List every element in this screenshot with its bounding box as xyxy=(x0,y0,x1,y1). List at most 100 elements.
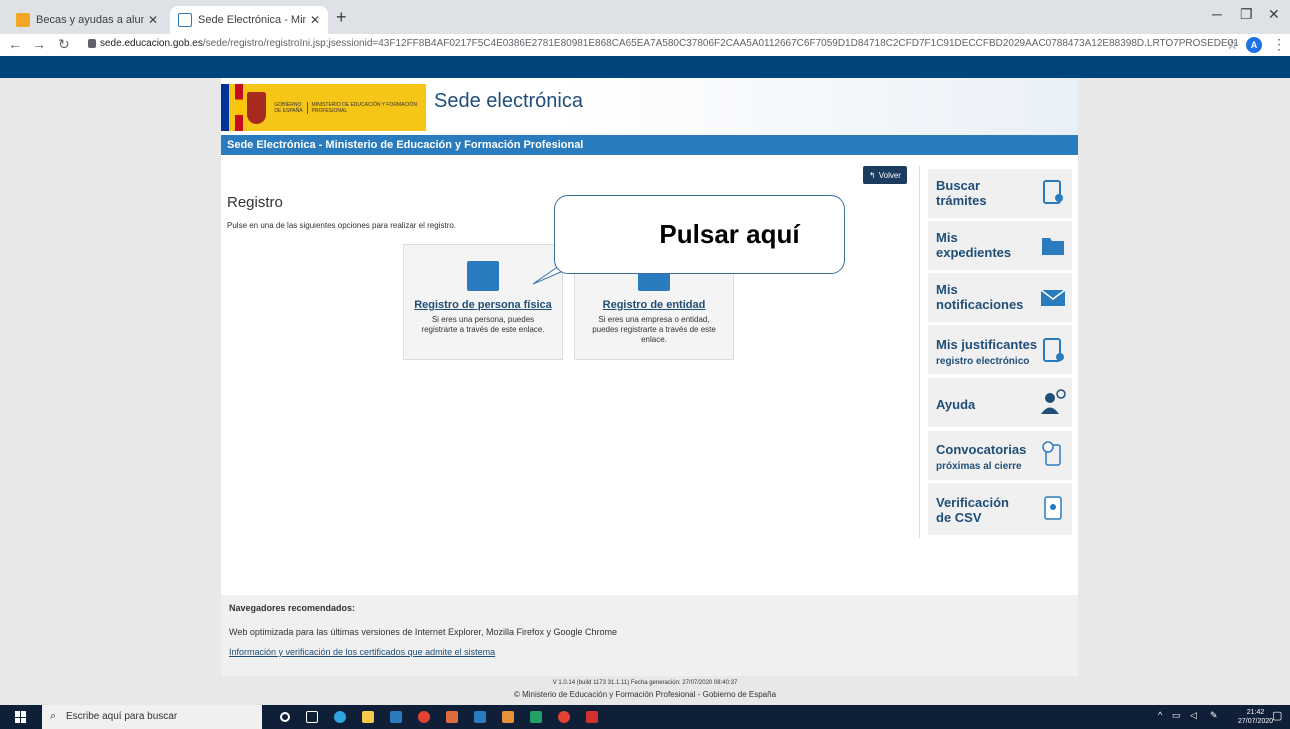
clock-time: 21:42 xyxy=(1246,709,1265,716)
close-icon[interactable]: ✕ xyxy=(148,13,158,27)
sidebar-item-label: Ayuda xyxy=(936,397,976,412)
menu-icon[interactable]: ⋮ xyxy=(1272,36,1286,53)
card-description: Si eres una empresa o entidad, puedes re… xyxy=(592,315,716,344)
maximize-icon[interactable]: ❐ xyxy=(1240,6,1253,23)
lock-icon xyxy=(88,39,96,48)
volver-label: Volver xyxy=(878,170,901,180)
notifications-icon[interactable]: ▢ xyxy=(1272,709,1282,722)
copyright: © Ministerio de Educación y Formación Pr… xyxy=(513,690,777,699)
tab-title: Sede Electrónica - Ministerio de xyxy=(198,14,306,26)
version-info: V 1.0.14 (build 1173 31.1.11) Fecha gene… xyxy=(552,680,738,686)
certificates-info-link[interactable]: Información y verificación de los certif… xyxy=(229,647,1070,657)
logo-ministerio: MINISTERIO DE EDUCACIÓN Y FORMACIÓN PROF… xyxy=(306,101,426,114)
government-logo[interactable]: GOBIERNO DE ESPAÑA MINISTERIO DE EDUCACI… xyxy=(221,84,426,131)
footer-browsers-line: Web optimizada para las últimas versione… xyxy=(229,627,618,637)
browser-tab-bar: Becas y ayudas a alumnos de niv ✕ Sede E… xyxy=(0,0,1290,34)
url-host: sede.educacion.gob.es xyxy=(100,38,203,49)
page-title: Registro xyxy=(227,194,283,211)
excel-icon[interactable] xyxy=(530,711,542,723)
new-tab-icon[interactable]: + xyxy=(336,7,347,28)
url-field[interactable]: sede.educacion.gob.es/sede/registro/regi… xyxy=(100,38,1239,49)
volver-button[interactable]: ↰ Volver xyxy=(863,166,907,184)
network-icon[interactable]: ▭ xyxy=(1172,710,1181,721)
tab-becas[interactable]: Becas y ayudas a alumnos de niv ✕ xyxy=(8,6,166,34)
page-content: GOBIERNO DE ESPAÑA MINISTERIO DE EDUCACI… xyxy=(221,78,1078,676)
chrome-active-icon[interactable] xyxy=(558,711,570,723)
sede-favicon-icon xyxy=(178,13,192,27)
cortana-icon[interactable] xyxy=(280,712,290,722)
pen-icon[interactable]: ✎ xyxy=(1210,710,1218,721)
help-user-icon xyxy=(1041,389,1066,414)
header-band: GOBIERNO DE ESPAÑA MINISTERIO DE EDUCACI… xyxy=(221,78,1078,135)
person-edit-icon xyxy=(467,261,499,291)
forward-icon[interactable]: → xyxy=(32,36,46,52)
eu-flag-icon xyxy=(221,84,230,131)
close-icon[interactable]: ✕ xyxy=(310,13,320,27)
becas-favicon-icon xyxy=(16,13,30,27)
task-view-icon[interactable] xyxy=(306,711,318,723)
lead-text: Pulse en una de las siguientes opciones … xyxy=(227,221,457,230)
search-icon: ⌕ xyxy=(50,710,57,722)
minimize-icon[interactable]: ─ xyxy=(1212,6,1222,22)
tab-title: Becas y ayudas a alumnos de niv xyxy=(36,14,144,26)
top-strip xyxy=(0,56,1290,78)
logo-gobierno: GOBIERNO DE ESPAÑA xyxy=(274,101,303,114)
tray-chevron-icon[interactable]: ^ xyxy=(1158,710,1162,720)
sidebar-item-verificacion-csv[interactable]: Verificación de CSV xyxy=(928,483,1072,535)
card-description: Si eres una persona, puedes registrarte … xyxy=(421,315,545,334)
footer-title: Navegadores recomendados: xyxy=(229,603,356,613)
taskbar-search-placeholder: Escribe aquí para buscar xyxy=(66,711,178,722)
folder-search-icon xyxy=(1042,238,1064,255)
profile-avatar[interactable]: A xyxy=(1246,37,1262,53)
address-bar: ← → ↻ sede.educacion.gob.es/sede/registr… xyxy=(0,34,1290,56)
divider xyxy=(919,166,920,538)
sidebar-item-mis-justificantes[interactable]: Mis justificantes registro electrónico xyxy=(928,325,1072,374)
taskbar: ⌕ Escribe aquí para buscar ^ ▭ ◁ ✎ 21:42… xyxy=(0,705,1290,729)
edge-icon[interactable] xyxy=(334,711,346,723)
system-clock[interactable]: 21:42 27/07/2020 xyxy=(1238,708,1273,726)
sidebar-item-label: Mis justificantes registro electrónico xyxy=(936,337,1038,367)
coat-of-arms-icon xyxy=(247,91,267,124)
taskbar-search-box[interactable]: ⌕ Escribe aquí para buscar xyxy=(42,705,262,729)
calendar-document-icon xyxy=(1042,441,1061,466)
document-download-icon xyxy=(1043,338,1064,362)
sidebar-item-mis-notificaciones[interactable]: Mis notificaciones xyxy=(928,273,1072,322)
callout-text: Pulsar aquí xyxy=(659,219,800,249)
outlook-icon[interactable] xyxy=(390,711,402,723)
footer: Navegadores recomendados: Web optimizada… xyxy=(221,595,1078,676)
windows-start-icon[interactable] xyxy=(15,711,27,723)
sidebar-item-ayuda[interactable]: Ayuda xyxy=(928,378,1072,427)
bookmark-star-icon[interactable]: ☆ xyxy=(1226,36,1239,53)
sidebar-item-label: Verificación de CSV xyxy=(936,495,1009,525)
file-explorer-icon[interactable] xyxy=(362,711,374,723)
registro-persona-fisica-link[interactable]: Registro de persona física xyxy=(404,299,562,311)
envelope-icon xyxy=(1040,289,1066,306)
back-icon[interactable]: ← xyxy=(8,36,22,52)
word-icon[interactable] xyxy=(474,711,486,723)
window-close-icon[interactable]: ✕ xyxy=(1268,6,1280,23)
powerpoint-icon[interactable] xyxy=(446,711,458,723)
sidebar-item-label: Buscar trámites xyxy=(936,178,987,208)
sidebar-item-mis-expedientes[interactable]: Mis expedientes xyxy=(928,221,1072,270)
sidebar-item-label: Convocatorias próximas al cierre xyxy=(936,442,1027,472)
reload-icon[interactable]: ↻ xyxy=(58,36,70,53)
sidebar-item-buscar-tramites[interactable]: Buscar trámites xyxy=(928,169,1072,218)
acrobat-icon[interactable] xyxy=(586,711,598,723)
site-title: Sede electrónica xyxy=(434,90,583,112)
files-icon[interactable] xyxy=(502,711,514,723)
back-arrow-icon: ↰ xyxy=(869,170,876,180)
registro-entidad-link[interactable]: Registro de entidad xyxy=(575,299,733,311)
clock-date: 27/07/2020 xyxy=(1238,718,1274,725)
csv-document-icon xyxy=(1044,496,1062,520)
tab-sede[interactable]: Sede Electrónica - Ministerio de ✕ xyxy=(170,6,328,34)
spain-flag-icon xyxy=(235,84,244,131)
sidebar-item-label: Mis expedientes xyxy=(936,230,1012,260)
search-document-icon xyxy=(1043,180,1063,204)
callout-bubble: Pulsar aquí xyxy=(554,195,845,274)
sidebar-item-convocatorias[interactable]: Convocatorias próximas al cierre xyxy=(928,431,1072,480)
chrome-icon[interactable] xyxy=(418,711,430,723)
sidebar-item-label: Mis notificaciones xyxy=(936,282,1024,312)
volume-icon[interactable]: ◁ xyxy=(1190,710,1197,721)
url-path: /sede/registro/registroIni.jsp;jsessioni… xyxy=(202,38,1239,49)
ministry-band-title: Sede Electrónica - Ministerio de Educaci… xyxy=(221,135,1078,155)
